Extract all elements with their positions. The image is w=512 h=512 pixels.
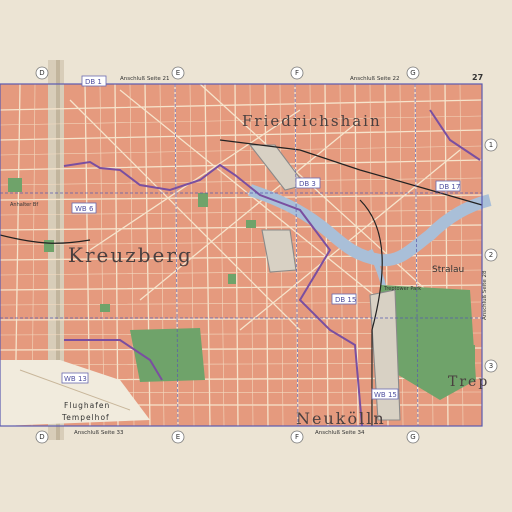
zone-box-wb15: WB 15 (374, 391, 397, 399)
adjacent-ref-top-right: Anschluß Seite 22 (350, 76, 400, 82)
grid-row-2: 2 (489, 251, 493, 259)
grid-col-top-d: D (39, 69, 44, 77)
adjacent-ref-bottom-left: Anschluß Seite 33 (74, 430, 124, 436)
airport-label-line1: Flughafen (64, 401, 110, 410)
park-label: Treptower Park (383, 286, 421, 292)
grid-col-bottom-e: E (176, 433, 180, 441)
airport-label-line2: Tempelhof (61, 413, 110, 422)
grid-col-bottom-f: F (295, 433, 299, 441)
district-label-friedrichshain: Friedrichshain (242, 112, 382, 130)
station-label-anhalter: Anhalter Bf (10, 202, 38, 208)
zone-box-db1: DB 1 (85, 78, 102, 86)
district-label-neukoelln: Neukölln (296, 409, 386, 428)
adjacent-ref-bottom-right: Anschluß Seite 34 (315, 430, 365, 436)
zone-box-db17: DB 17 (439, 183, 460, 191)
zone-box-db15: DB 15 (335, 296, 356, 304)
grid-col-top-f: F (295, 69, 299, 77)
zone-box-db3: DB 3 (299, 180, 316, 188)
district-label-kreuzberg: Kreuzberg (68, 243, 193, 267)
grid-col-top-e: E (176, 69, 180, 77)
district-label-treptow: Trep (448, 374, 489, 390)
page-number: 27 (472, 73, 483, 82)
grid-row-3: 3 (489, 362, 493, 370)
grid-col-bottom-g: G (410, 433, 415, 441)
adjacent-ref-top-left: Anschluß Seite 21 (120, 76, 170, 82)
zone-box-wb13: WB 13 (64, 375, 87, 383)
city-map: D E F G D E F G 1 2 3 27 Anschluß Seite … (0, 0, 512, 512)
place-label-stralau: Stralau (432, 265, 464, 275)
grid-col-bottom-d: D (39, 433, 44, 441)
adjacent-ref-right: Anschluß Seite 28 (482, 270, 488, 320)
grid-col-top-g: G (410, 69, 415, 77)
grid-row-1: 1 (489, 141, 493, 149)
zone-box-wb6: WB 6 (75, 205, 94, 213)
